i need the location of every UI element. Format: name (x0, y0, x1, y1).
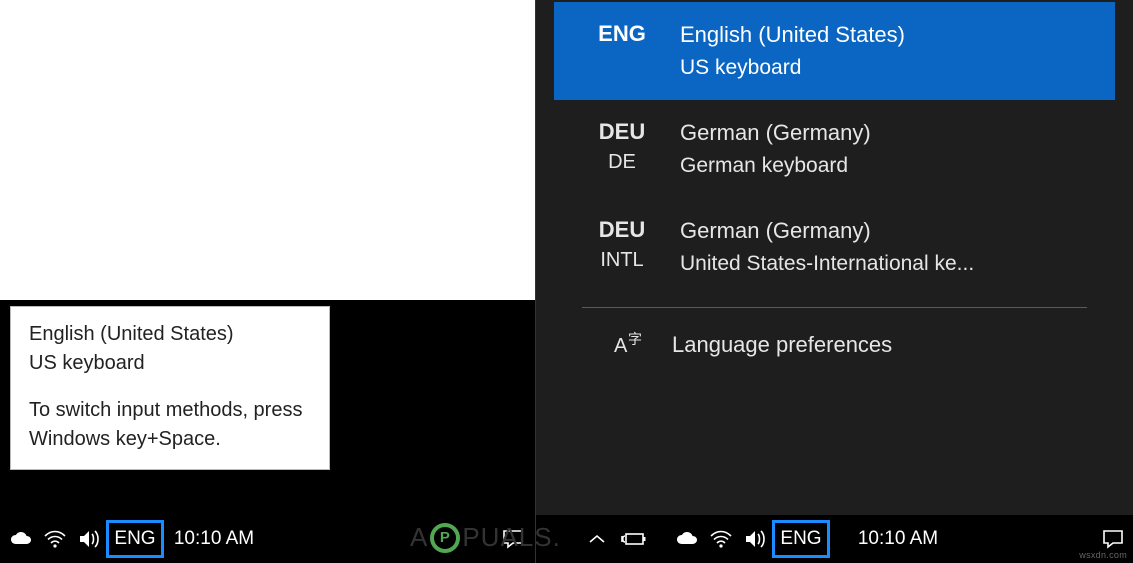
language-option-german-de[interactable]: DEU DE German (Germany) German keyboard (554, 100, 1115, 198)
tooltip-hint-1: To switch input methods, press (29, 397, 311, 424)
language-code-main: DEU (599, 217, 645, 242)
tooltip-hint-2: Windows key+Space. (29, 426, 311, 453)
language-preferences-label: Language preferences (672, 332, 892, 358)
language-preferences-icon: A 字 (584, 330, 672, 360)
language-indicator-label: ENG (780, 528, 821, 550)
language-description: German (Germany) German keyboard (672, 118, 1089, 180)
left-whitespace (0, 0, 535, 300)
language-subtitle: US keyboard (680, 53, 1089, 82)
taskbar-clock[interactable]: 10:10 AM (164, 528, 264, 550)
language-title: German (Germany) (680, 218, 871, 243)
wifi-icon[interactable] (704, 515, 738, 563)
watermark-text-2: PUALS. (462, 522, 561, 553)
taskbar-clock[interactable]: 10:10 AM (848, 528, 948, 550)
language-code-sub: INTL (572, 247, 672, 273)
language-code: DEU INTL (572, 216, 672, 278)
language-flyout: ENG English (United States) US keyboard … (554, 2, 1115, 503)
language-description: German (Germany) United States-Internati… (672, 216, 1089, 278)
wifi-icon[interactable] (38, 515, 72, 563)
language-option-german-intl[interactable]: DEU INTL German (Germany) United States-… (554, 198, 1115, 296)
onedrive-icon[interactable] (4, 515, 38, 563)
language-indicator[interactable]: ENG (106, 520, 164, 558)
tray-overflow-icon[interactable] (580, 515, 614, 563)
language-title: German (Germany) (680, 120, 871, 145)
left-panel: English (United States) US keyboard To s… (0, 0, 535, 563)
language-code: ENG (572, 20, 672, 82)
language-description: English (United States) US keyboard (672, 20, 1089, 82)
language-subtitle: United States-International ke... (680, 249, 1089, 278)
volume-icon[interactable] (738, 515, 772, 563)
clock-text: 10:10 AM (858, 528, 938, 549)
onedrive-icon[interactable] (670, 515, 704, 563)
clock-text: 10:10 AM (174, 528, 254, 549)
watermark-ring-icon: P (430, 523, 460, 553)
power-icon[interactable] (614, 515, 652, 563)
svg-text:字: 字 (628, 331, 642, 347)
tooltip-layout: US keyboard (29, 350, 311, 377)
watermark-text-1: A (410, 522, 428, 553)
language-tooltip: English (United States) US keyboard To s… (10, 306, 330, 470)
right-panel: ENG English (United States) US keyboard … (536, 0, 1133, 563)
tooltip-language: English (United States) (29, 321, 311, 348)
svg-text:A: A (614, 335, 628, 357)
language-preferences-link[interactable]: A 字 Language preferences (554, 308, 1115, 380)
language-code: DEU DE (572, 118, 672, 180)
language-code-sub: DE (572, 149, 672, 175)
source-watermark: wsxdn.com (1079, 550, 1127, 560)
watermark: A P PUALS. (410, 522, 561, 553)
watermark-ring-letter: P (440, 529, 451, 546)
language-code-main: ENG (598, 21, 646, 46)
taskbar-right: ENG 10:10 AM (536, 515, 1133, 563)
language-title: English (United States) (680, 22, 905, 47)
language-code-main: DEU (599, 119, 645, 144)
language-option-english-us[interactable]: ENG English (United States) US keyboard (554, 2, 1115, 100)
language-indicator-label: ENG (114, 528, 155, 550)
language-indicator[interactable]: ENG (772, 520, 830, 558)
volume-icon[interactable] (72, 515, 106, 563)
language-subtitle: German keyboard (680, 151, 1089, 180)
